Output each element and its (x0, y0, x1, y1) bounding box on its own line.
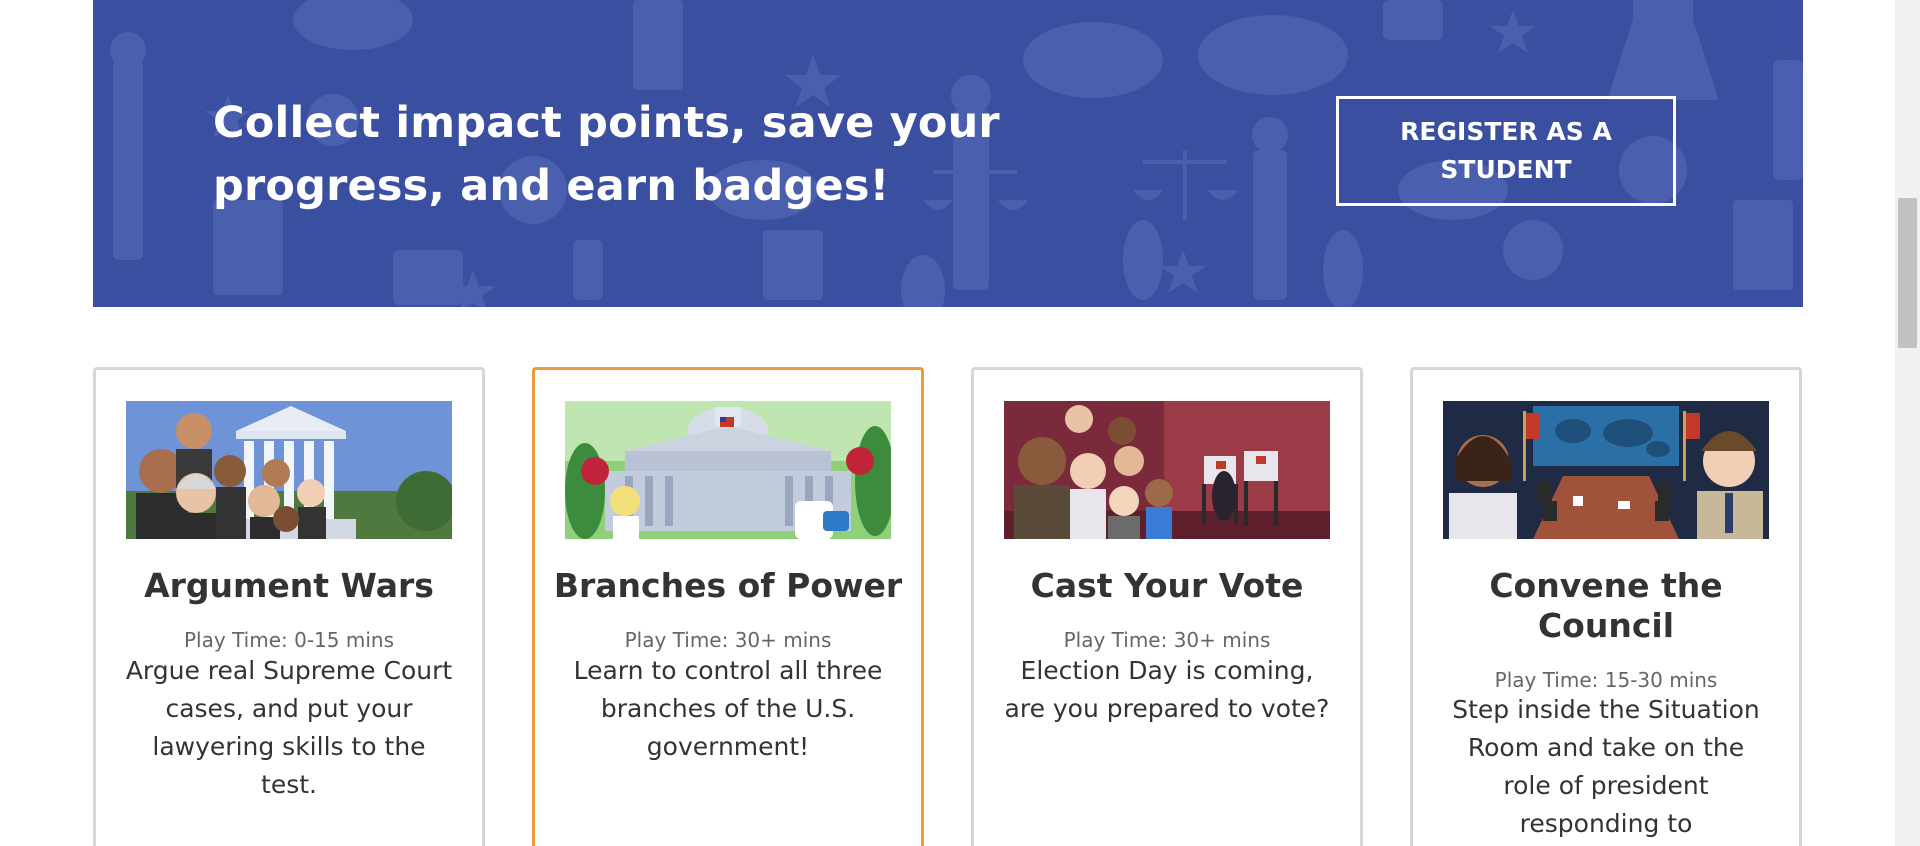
play-time: Play Time: 15-30 mins (1494, 668, 1718, 692)
banner-heading: Collect impact points, save your progres… (213, 98, 1000, 211)
card-title: Argument Wars (144, 566, 434, 605)
card-description: Step inside the Situation Room and take … (1452, 695, 1760, 838)
cast-your-vote-illustration (1004, 401, 1330, 539)
card-title: Cast Your Vote (1030, 566, 1304, 605)
game-card-convene-the-council[interactable]: Convene the Council Play Time: 15-30 min… (1410, 367, 1802, 846)
card-description: Learn to control all three branches of t… (573, 656, 883, 761)
card-title: Convene the Council (1489, 566, 1723, 645)
card-description: Argue real Supreme Court cases, and put … (125, 656, 453, 799)
register-button-label: REGISTER AS A STUDENT (1400, 117, 1612, 184)
register-as-student-button[interactable]: REGISTER AS A STUDENT (1336, 96, 1676, 206)
play-time: Play Time: 0-15 mins (184, 628, 394, 652)
page: Collect impact points, save your progres… (0, 0, 1920, 846)
card-title: Branches of Power (553, 566, 903, 605)
register-banner: Collect impact points, save your progres… (93, 0, 1803, 307)
page-scrollbar[interactable] (1895, 0, 1920, 846)
game-card-cast-your-vote[interactable]: Cast Your Vote Play Time: 30+ mins Elect… (971, 367, 1363, 846)
branches-of-power-illustration (565, 401, 891, 539)
card-description: Election Day is coming, are you prepared… (1004, 656, 1330, 723)
scrollbar-thumb[interactable] (1898, 198, 1917, 348)
argument-wars-illustration (126, 401, 452, 539)
play-time: Play Time: 30+ mins (1063, 628, 1271, 652)
game-card-argument-wars[interactable]: Argument Wars Play Time: 0-15 mins Argue… (93, 367, 485, 846)
convene-the-council-illustration (1443, 401, 1769, 539)
game-card-branches-of-power[interactable]: Branches of Power Play Time: 30+ mins Le… (532, 367, 924, 846)
play-time: Play Time: 30+ mins (624, 628, 832, 652)
